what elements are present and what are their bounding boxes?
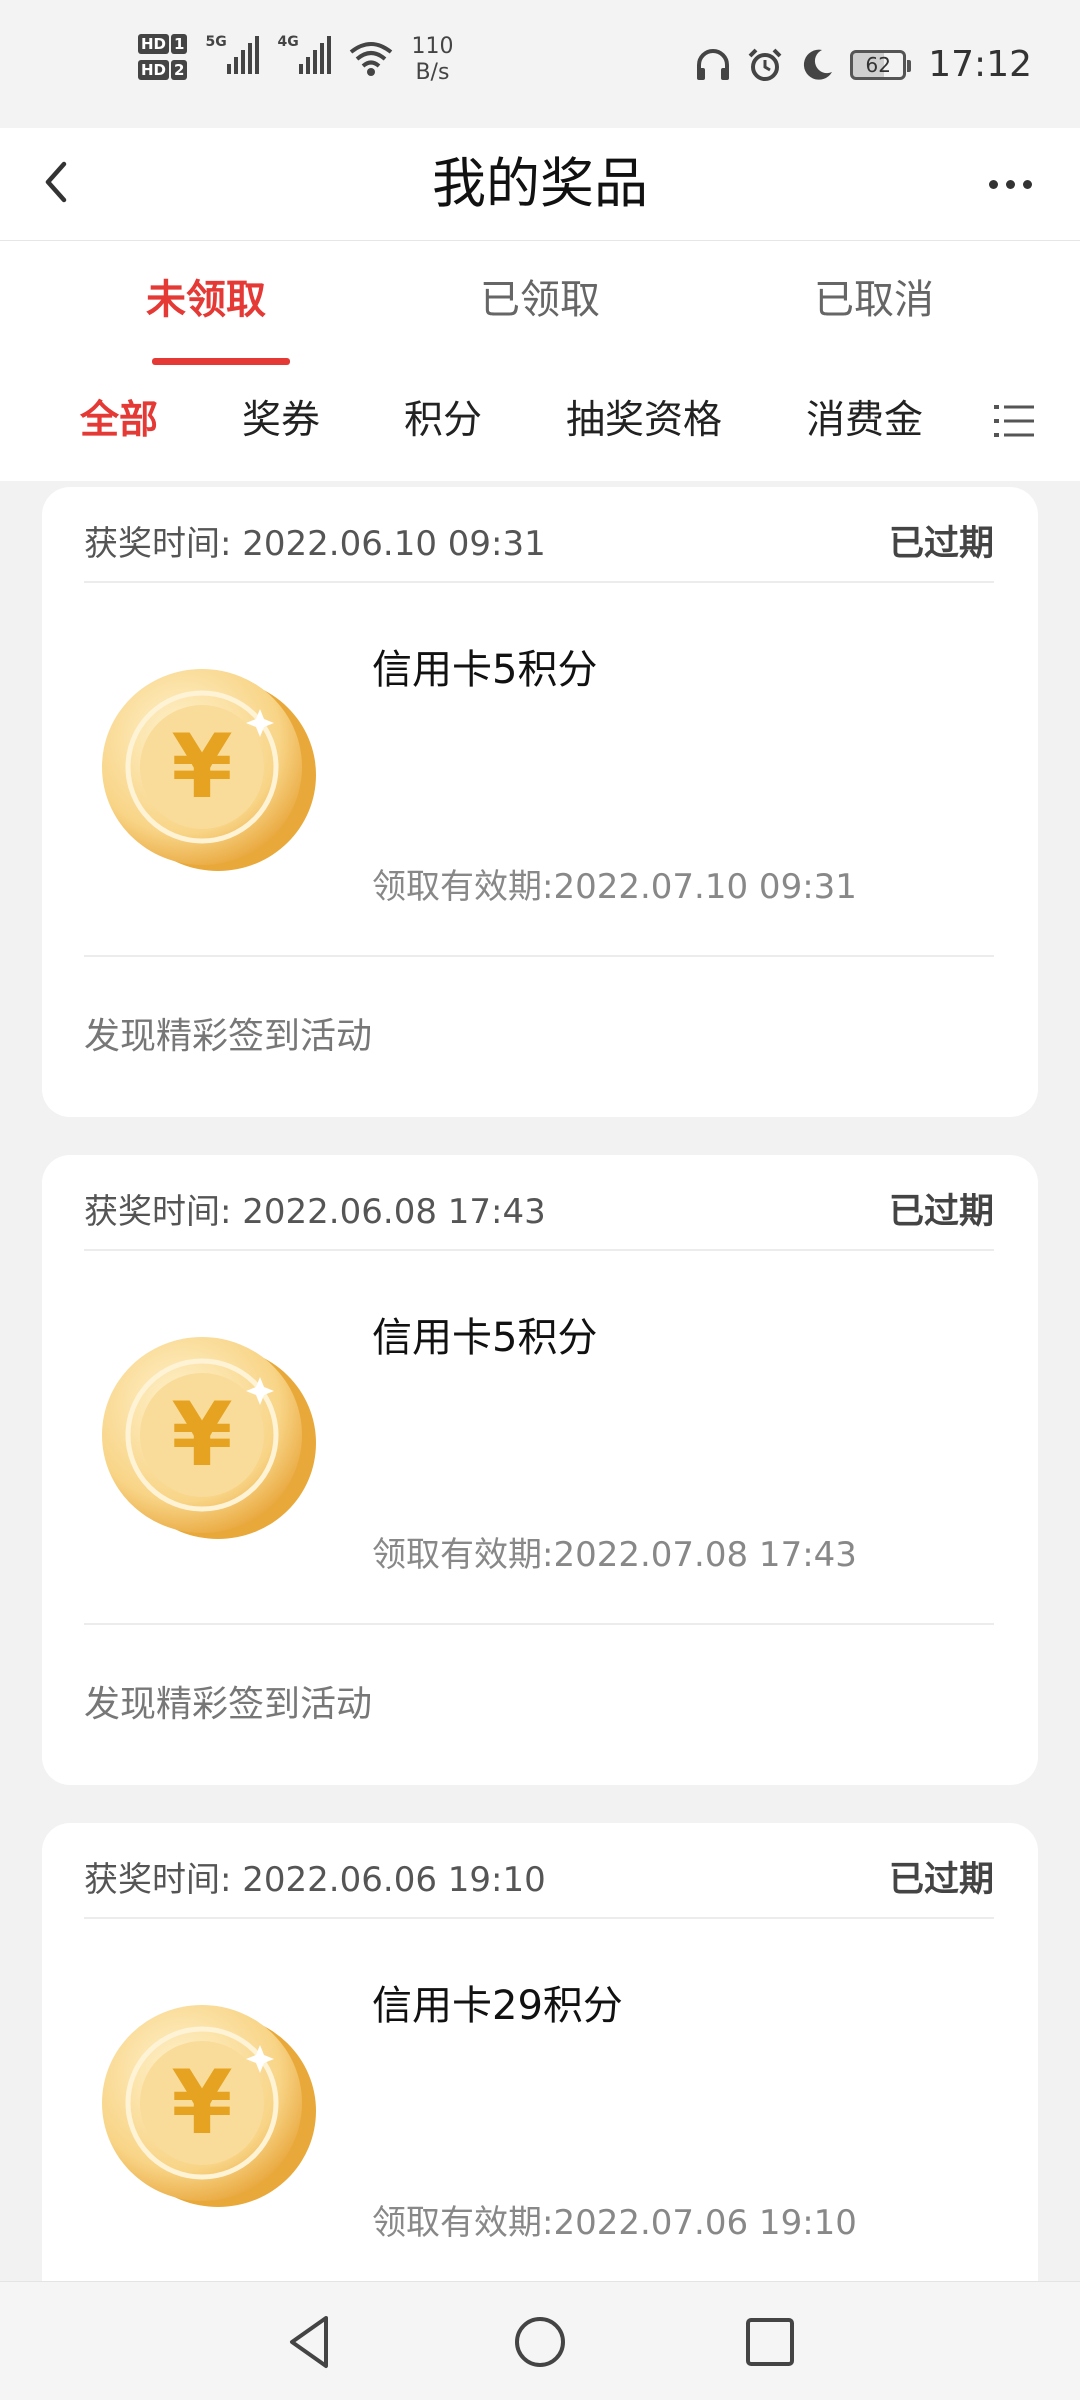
alarm-icon: [748, 48, 782, 81]
tab-label: 已领取: [480, 277, 600, 323]
coin-icon: ¥: [102, 1337, 316, 1539]
status-left: HD 1 HD 2 5G 4G 110 B/s: [138, 34, 453, 86]
award-time-label: 获奖时间:: [84, 1860, 232, 1900]
award-time-label: 获奖时间:: [84, 524, 232, 564]
prize-name: 信用卡5积分: [372, 1315, 598, 1361]
prize-source: 发现精彩签到活动: [84, 1684, 373, 1725]
sim2-hd-label: HD: [138, 60, 170, 80]
wifi-icon: [350, 42, 393, 76]
page-title: 我的奖品: [432, 152, 648, 215]
tab-label: 未领取: [146, 277, 266, 323]
prize-card-header: 获奖时间: 2022.06.08 17:43 已过期: [84, 1175, 994, 1251]
category-filter-bar: 全部 奖券 积分 抽奖资格 消费金: [0, 369, 1080, 481]
award-time: 获奖时间: 2022.06.06 19:10: [84, 1843, 546, 1917]
status-badge: 已过期: [888, 524, 994, 564]
prize-name: 信用卡5积分: [372, 647, 598, 693]
svg-text:¥: ¥: [171, 715, 232, 818]
battery-level: 62: [865, 52, 891, 77]
category-lottery[interactable]: 抽奖资格: [566, 369, 722, 481]
award-time-value: 2022.06.08 17:43: [242, 1192, 546, 1232]
prize-card[interactable]: 获奖时间: 2022.06.06 19:10 已过期 ¥ 信用卡29积分 领取有…: [42, 1823, 1038, 2281]
claim-validity: 领取有效期:2022.07.06 19:10: [372, 2203, 857, 2243]
more-options-icon[interactable]: [978, 156, 1042, 212]
status-badge: 已过期: [888, 1192, 994, 1232]
sim2-number: 2: [171, 60, 188, 80]
prize-name: 信用卡29积分: [372, 1983, 623, 2029]
sim1-number: 1: [171, 34, 188, 54]
sim1-indicator: HD 1: [138, 34, 188, 54]
category-all[interactable]: 全部: [80, 369, 158, 481]
network-type-5g: 5G: [205, 34, 227, 50]
network-speed: 110 B/s: [411, 34, 453, 86]
claim-validity: 领取有效期:2022.07.10 09:31: [372, 867, 857, 907]
svg-text:¥: ¥: [171, 1383, 232, 1486]
claim-validity: 领取有效期:2022.07.08 17:43: [372, 1535, 857, 1575]
signal-5g: 5G: [205, 34, 260, 74]
speed-value: 110: [411, 34, 454, 59]
sim1-hd-label: HD: [138, 34, 170, 54]
award-time-label: 获奖时间:: [84, 1192, 232, 1232]
headphones-icon: [697, 48, 730, 80]
app-header: 我的奖品: [0, 128, 1080, 241]
status-tabs: 未领取 已领取 已取消: [0, 241, 1080, 369]
card-divider: [84, 1623, 994, 1625]
tab-unclaimed[interactable]: 未领取: [56, 241, 356, 369]
prize-list: 获奖时间: 2022.06.10 09:31 已过期 ¥ 信用卡5积分 领取有效…: [0, 481, 1080, 2281]
prize-card[interactable]: 获奖时间: 2022.06.08 17:43 已过期 ¥ 信用卡5积分 领取有效…: [42, 1155, 1038, 1785]
network-type-4g: 4G: [277, 34, 299, 50]
category-consumption-fund[interactable]: 消费金: [806, 369, 923, 481]
prize-card-header: 获奖时间: 2022.06.06 19:10 已过期: [84, 1843, 994, 1919]
status-bar: HD 1 HD 2 5G 4G 110 B/s 62 17:12: [0, 0, 1080, 128]
tab-cancelled[interactable]: 已取消: [724, 241, 1024, 369]
coin-icon: ¥: [102, 2005, 316, 2207]
award-time: 获奖时间: 2022.06.10 09:31: [84, 507, 546, 581]
battery-icon: 62: [850, 49, 912, 80]
active-tab-indicator: [152, 358, 290, 365]
speed-unit: B/s: [415, 60, 450, 85]
svg-text:¥: ¥: [171, 2051, 232, 2154]
nav-back-icon[interactable]: [278, 2310, 342, 2374]
prize-source: 发现精彩签到活动: [84, 1016, 373, 1057]
signal-bars-icon: [227, 34, 260, 74]
award-time: 获奖时间: 2022.06.08 17:43: [84, 1175, 546, 1249]
tab-claimed[interactable]: 已领取: [390, 241, 690, 369]
tab-label: 已取消: [814, 277, 934, 323]
award-time-value: 2022.06.06 19:10: [242, 1860, 546, 1900]
prize-card[interactable]: 获奖时间: 2022.06.10 09:31 已过期 ¥ 信用卡5积分 领取有效…: [42, 487, 1038, 1117]
sim-indicators: HD 1 HD 2: [138, 34, 188, 80]
screen: HD 1 HD 2 5G 4G 110 B/s 62 17:12 我的奖品 未领…: [0, 0, 1080, 2400]
nav-recents-icon[interactable]: [738, 2310, 802, 2374]
signal-bars-icon: [299, 34, 332, 74]
status-badge: 已过期: [888, 1860, 994, 1900]
prize-card-header: 获奖时间: 2022.06.10 09:31 已过期: [84, 507, 994, 583]
nav-home-icon[interactable]: [508, 2310, 572, 2374]
signal-4g: 4G: [277, 34, 332, 74]
category-points[interactable]: 积分: [404, 369, 482, 481]
status-right: 62 17:12: [694, 44, 1032, 85]
list-menu-icon[interactable]: [992, 399, 1036, 443]
coin-icon: ¥: [102, 669, 316, 871]
sim2-indicator: HD 2: [138, 60, 188, 80]
award-time-value: 2022.06.10 09:31: [242, 524, 546, 564]
system-nav-bar: [0, 2281, 1080, 2400]
status-time: 17:12: [928, 44, 1032, 85]
card-divider: [84, 955, 994, 957]
category-vouchers[interactable]: 奖券: [242, 369, 320, 481]
moon-icon: [804, 49, 833, 80]
